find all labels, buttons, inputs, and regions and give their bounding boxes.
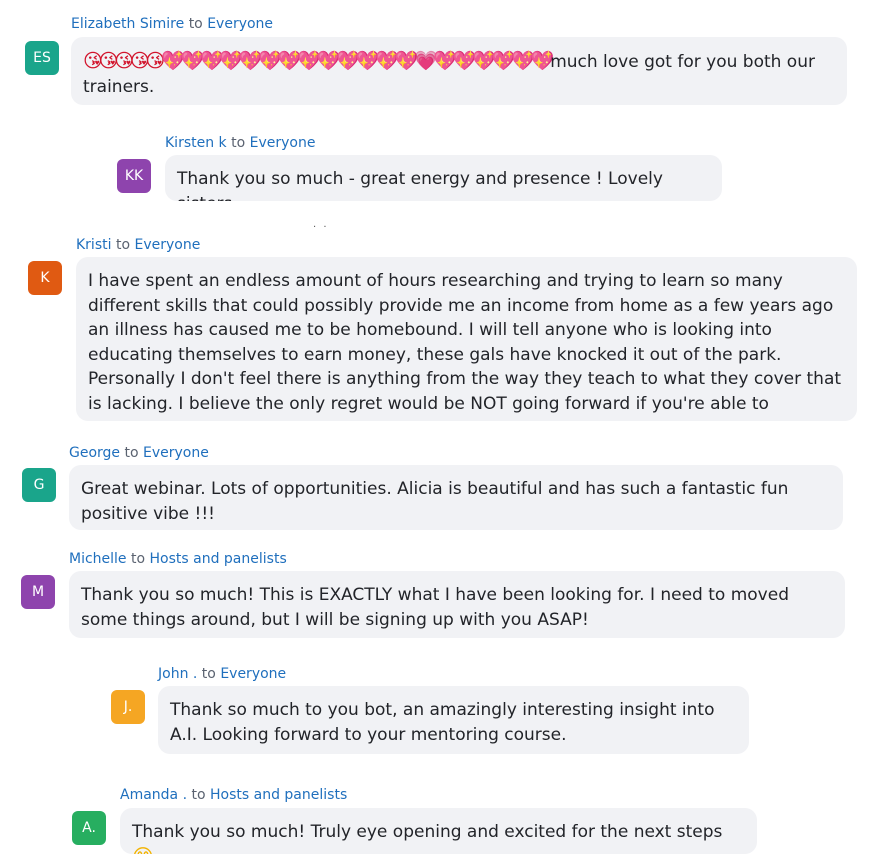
sender-name[interactable]: John . (158, 666, 197, 682)
message-bubble: Thank you so much! Truly eye opening and… (120, 808, 757, 854)
to-word: to (124, 445, 139, 461)
sender-name[interactable]: Amanda . (120, 787, 187, 803)
avatar: KK (117, 159, 151, 193)
message-bubble: I have spent an endless amount of hours … (76, 257, 857, 421)
message-header: Amanda . to Hosts and panelists (120, 786, 347, 804)
recipient-name[interactable]: Everyone (143, 445, 209, 461)
sender-name[interactable]: Elizabeth Simire (71, 16, 184, 32)
recipient-name[interactable]: Everyone (250, 135, 316, 151)
to-word: to (188, 16, 203, 32)
to-word: to (231, 135, 246, 151)
message-header: Michelle to Hosts and panelists (69, 550, 287, 568)
recipient-name[interactable]: Hosts and panelists (210, 787, 347, 803)
message-header: John . to Everyone (158, 665, 286, 683)
heart-emoji-icon: 😘😘😘😘😘💖💖💖💖💖💖💖💖💖💖💖💖💖💗💖💖💖💖💖💖 (83, 50, 554, 72)
message-header: Elizabeth Simire to Everyone (71, 15, 273, 33)
message-header: George to Everyone (69, 444, 209, 462)
recipient-name[interactable]: Hosts and panelists (150, 551, 287, 567)
smile-emoji-icon: 😊 (132, 845, 154, 855)
message-text: Thank you so much - great energy and pre… (177, 169, 663, 201)
message-text: Thank so much to you bot, an amazingly i… (170, 700, 715, 745)
avatar: A. (72, 811, 106, 845)
sender-name[interactable]: Michelle (69, 551, 127, 567)
to-word: to (131, 551, 146, 567)
message-text: Thank you so much! This is EXACTLY what … (81, 585, 789, 630)
message-bubble: Great webinar. Lots of opportunities. Al… (69, 465, 843, 530)
to-word: to (191, 787, 206, 803)
separator-dots: . . (313, 219, 329, 230)
message-text: Great webinar. Lots of opportunities. Al… (81, 479, 789, 524)
recipient-name[interactable]: Everyone (207, 16, 273, 32)
message-bubble: Thank you so much! This is EXACTLY what … (69, 571, 845, 638)
message-header: Kirsten k to Everyone (165, 134, 315, 152)
sender-name[interactable]: George (69, 445, 120, 461)
message-bubble: Thank so much to you bot, an amazingly i… (158, 686, 749, 754)
sender-name[interactable]: Kristi (76, 237, 112, 253)
avatar: J. (111, 690, 145, 724)
avatar: G (22, 468, 56, 502)
recipient-name[interactable]: Everyone (220, 666, 286, 682)
sender-name[interactable]: Kirsten k (165, 135, 227, 151)
avatar: ES (25, 41, 59, 75)
recipient-name[interactable]: Everyone (134, 237, 200, 253)
message-header: Kristi to Everyone (76, 236, 200, 254)
to-word: to (201, 666, 216, 682)
avatar: M (21, 575, 55, 609)
message-bubble: 😘😘😘😘😘💖💖💖💖💖💖💖💖💖💖💖💖💖💗💖💖💖💖💖💖much love got f… (71, 37, 847, 105)
message-bubble: Thank you so much - great energy and pre… (165, 155, 722, 201)
message-text: I have spent an endless amount of hours … (88, 271, 842, 414)
avatar: K (28, 261, 62, 295)
message-text: Thank you so much! Truly eye opening and… (132, 822, 723, 842)
to-word: to (115, 237, 131, 253)
